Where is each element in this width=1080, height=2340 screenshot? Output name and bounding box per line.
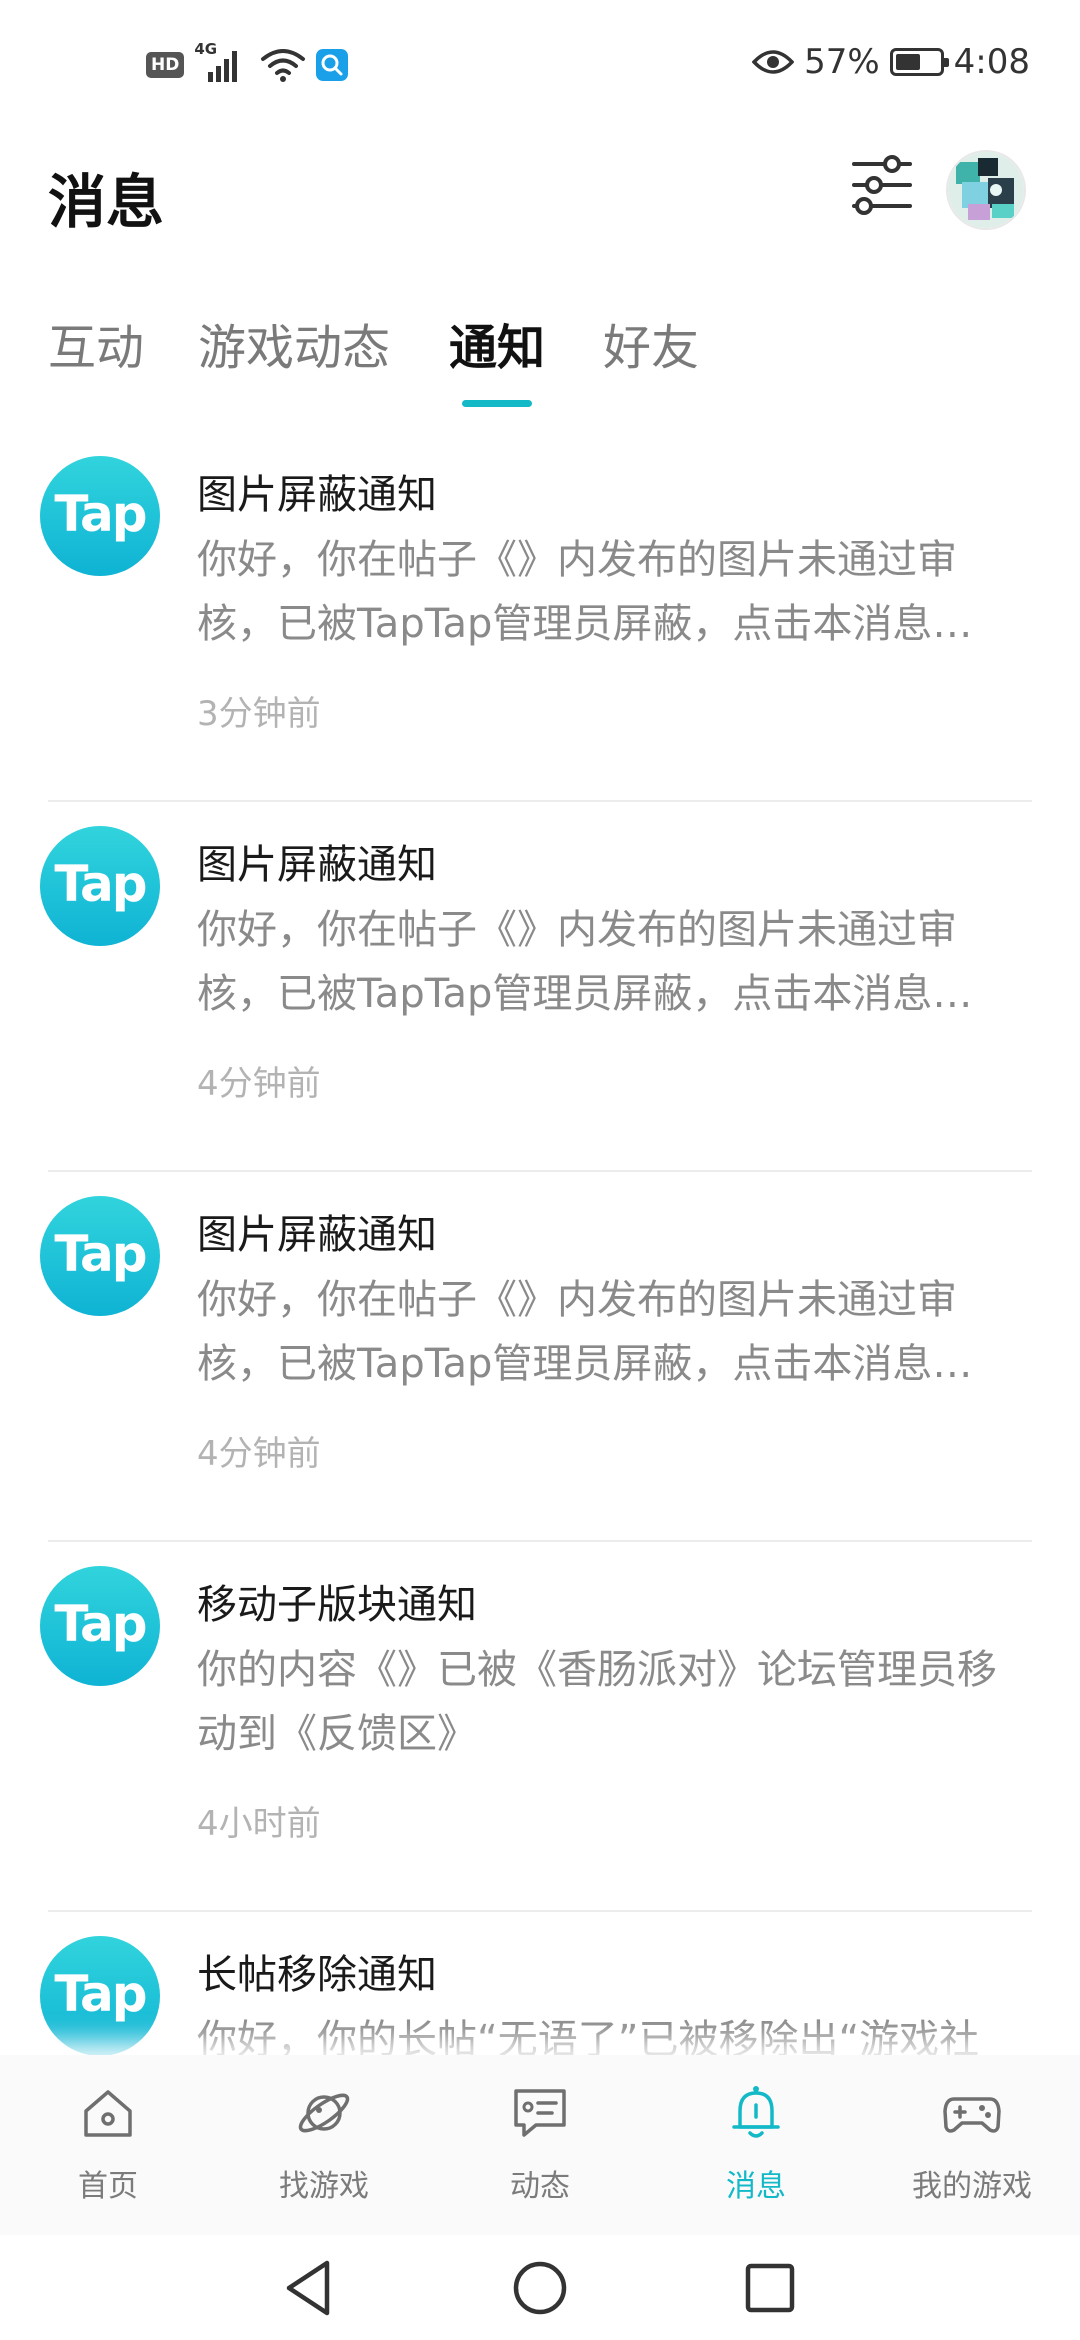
tap-logo-icon: Tap <box>40 456 160 576</box>
list-item[interactable]: Tap 图片屏蔽通知 你好，你在帖子《》内发布的图片未通过审核，已被TapTap… <box>0 1172 1080 1542</box>
recents-icon[interactable] <box>735 2253 805 2323</box>
active-tab-indicator <box>462 400 532 407</box>
list-item[interactable]: Tap 图片屏蔽通知 你好，你在帖子《》内发布的图片未通过审核，已被TapTap… <box>0 432 1080 802</box>
network-type: 4G <box>194 40 218 58</box>
bell-icon <box>732 2086 780 2138</box>
tab-friends[interactable]: 好友 <box>603 308 699 378</box>
notification-title: 图片屏蔽通知 <box>197 1212 437 1258</box>
battery-icon <box>889 48 949 76</box>
nav-label: 动态 <box>510 2169 570 2204</box>
nav-label: 找游戏 <box>279 2169 369 2204</box>
nav-home[interactable]: 首页 <box>0 2055 216 2235</box>
gamepad-icon <box>943 2097 1001 2133</box>
clock: 4:08 <box>953 42 1030 82</box>
nav-messages[interactable]: 消息 <box>648 2055 864 2235</box>
notification-time: 3分钟前 <box>197 694 321 734</box>
wifi-icon <box>261 49 306 82</box>
notification-time: 4分钟前 <box>197 1064 321 1104</box>
status-bar: HD 4G 57% 4:08 <box>0 0 1080 135</box>
eye-icon <box>752 50 795 74</box>
tap-logo-icon: Tap <box>40 1936 160 2056</box>
list-item[interactable]: Tap 移动子版块通知 你的内容《》已被《香肠派对》论坛管理员移动到《反馈区》 … <box>0 1542 1080 1912</box>
nav-label: 我的游戏 <box>912 2169 1032 2204</box>
bottom-navigation: 首页 找游戏 动态 消息 我的游戏 <box>0 2055 1080 2235</box>
home-icon <box>84 2090 132 2137</box>
signal-icon: 4G <box>194 40 250 84</box>
notification-title: 移动子版块通知 <box>197 1582 477 1628</box>
notification-title: 图片屏蔽通知 <box>197 842 437 888</box>
notification-body: 你好，你在帖子《》内发布的图片未通过审核，已被TapTap管理员屏蔽，点击本消息… <box>197 907 973 1017</box>
tab-interaction[interactable]: 互动 <box>48 308 144 378</box>
tab-notifications[interactable]: 通知 <box>449 308 545 378</box>
hd-icon: HD <box>146 52 185 78</box>
list-item[interactable]: Tap 图片屏蔽通知 你好，你在帖子《》内发布的图片未通过审核，已被TapTap… <box>0 802 1080 1172</box>
tab-game-updates[interactable]: 游戏动态 <box>198 308 390 378</box>
page-title: 消息 <box>48 168 165 236</box>
nav-my-games[interactable]: 我的游戏 <box>864 2055 1080 2235</box>
notification-time: 4小时前 <box>197 1804 321 1844</box>
nav-find-games[interactable]: 找游戏 <box>216 2055 432 2235</box>
user-avatar[interactable] <box>946 150 1026 230</box>
filter-button[interactable] <box>850 152 914 218</box>
battery-percent: 57% <box>804 42 880 82</box>
notification-body: 你好，你在帖子《》内发布的图片未通过审核，已被TapTap管理员屏蔽，点击本消息… <box>197 1277 973 1387</box>
tap-logo-icon: Tap <box>40 826 160 946</box>
home-circle-icon[interactable] <box>505 2253 575 2323</box>
notification-time: 4分钟前 <box>197 1434 321 1474</box>
status-right: 57% 4:08 <box>752 42 1030 82</box>
status-left: HD 4G <box>146 40 349 84</box>
nav-label: 首页 <box>78 2169 138 2204</box>
filter-sliders-icon <box>852 155 912 215</box>
tap-logo-icon: Tap <box>40 1196 160 1316</box>
chat-card-icon <box>514 2089 566 2137</box>
battery-tip <box>943 58 949 67</box>
system-navigation <box>0 2235 1080 2340</box>
back-icon[interactable] <box>275 2253 345 2323</box>
notification-body: 你好，你在帖子《》内发布的图片未通过审核，已被TapTap管理员屏蔽，点击本消息… <box>197 537 973 647</box>
notification-body: 你的内容《》已被《香肠派对》论坛管理员移动到《反馈区》 <box>197 1647 997 1757</box>
nav-label: 消息 <box>726 2169 786 2204</box>
app-notification-icon <box>316 49 349 81</box>
tap-logo-icon: Tap <box>40 1566 160 1686</box>
planet-icon <box>298 2093 350 2133</box>
notification-title: 图片屏蔽通知 <box>197 472 437 518</box>
nav-feed[interactable]: 动态 <box>432 2055 648 2235</box>
notification-title: 长帖移除通知 <box>197 1952 437 1998</box>
battery-fill <box>895 54 920 70</box>
